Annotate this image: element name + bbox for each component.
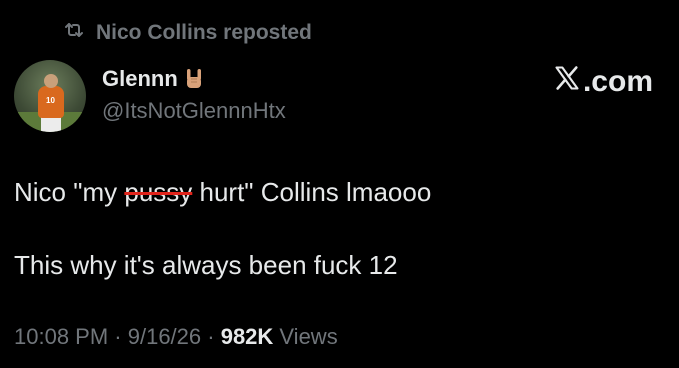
tweet-struck-word: pussy — [124, 177, 193, 207]
repost-header[interactable]: Nico Collins reposted — [62, 18, 312, 48]
tweet-line1-prefix: Nico "my — [14, 177, 125, 207]
tweet-meta: 10:08 PM · 9/16/26 · 982K Views — [14, 324, 338, 350]
author-name-row[interactable]: Glennn — [102, 66, 206, 92]
author-display-name[interactable]: Glennn — [102, 66, 178, 92]
meta-separator: · — [108, 324, 128, 349]
x-com-branding: .com — [553, 64, 653, 100]
author-handle[interactable]: @ItsNotGlennnHtx — [102, 98, 286, 124]
tweet-text-line-2: This why it's always been fuck 12 — [14, 250, 398, 280]
views-label: Views — [273, 324, 338, 349]
tweet-line1-suffix: hurt" Collins lmaooo — [192, 177, 432, 207]
avatar-jersey-number: 10 — [46, 96, 55, 105]
tweet-time[interactable]: 10:08 PM — [14, 324, 108, 349]
tweet-text-line-1: Nico "my pussy hurt" Collins lmaooo — [14, 177, 431, 208]
sign-of-the-horns-icon — [182, 67, 206, 91]
repost-text: Nico Collins reposted — [96, 21, 312, 44]
views-count: 982K — [220, 324, 274, 349]
repost-icon — [62, 18, 86, 48]
x-logo-icon — [553, 64, 581, 100]
x-com-label: .com — [582, 65, 653, 98]
avatar[interactable]: 10 — [14, 60, 86, 132]
meta-separator: · — [201, 324, 221, 349]
tweet-date[interactable]: 9/16/26 — [128, 324, 201, 349]
